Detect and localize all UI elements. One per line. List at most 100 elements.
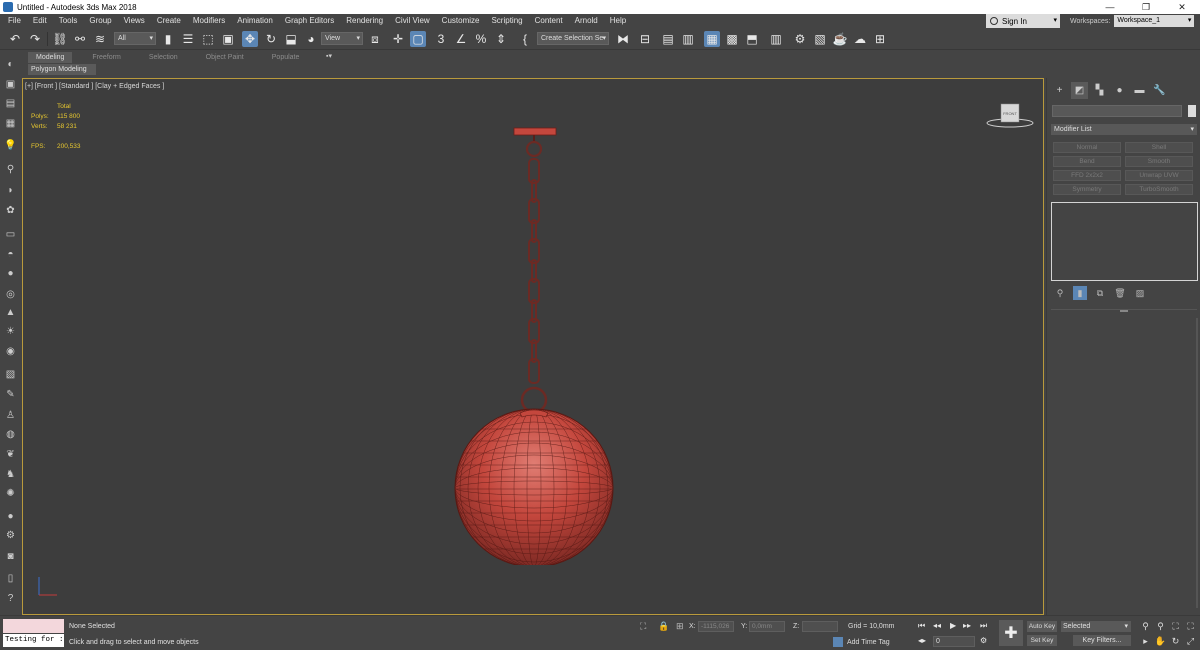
maxscript-input-field[interactable]: Testing for : (3, 634, 64, 647)
rectangular-selection-icon[interactable]: ⬚ (200, 31, 216, 47)
cone-icon[interactable]: ▲ (3, 305, 18, 320)
key-filters-button[interactable]: Key Filters... (1073, 635, 1131, 646)
absolute-mode-icon[interactable]: ⊞ (676, 621, 684, 632)
light-icon[interactable]: 💡 (3, 138, 18, 153)
polygon-modeling-panel[interactable]: Polygon Modeling (28, 64, 96, 75)
orbit-icon[interactable]: ↻ (1168, 635, 1183, 647)
zoom-all-icon[interactable]: ⚲ (1153, 620, 1168, 632)
hierarchy-tab-icon[interactable]: ▚ (1091, 82, 1108, 99)
key-selection-select[interactable]: Selected (1061, 621, 1131, 632)
configure-modifier-sets-icon[interactable]: ▨ (1133, 286, 1147, 300)
character-icon[interactable]: ♙ (3, 408, 18, 423)
select-by-name-icon[interactable]: ☰ (180, 31, 196, 47)
modifier-button-shell[interactable]: Shell (1125, 142, 1193, 153)
layer-icon[interactable]: ▤ (3, 96, 18, 111)
render-settings-icon[interactable]: ⚙ (3, 528, 18, 543)
menu-create[interactable]: Create (151, 14, 187, 28)
key-mode-icon[interactable]: ◂▸ (918, 636, 926, 645)
front-viewport[interactable]: [+] [Front ] [Standard ] [Clay + Edged F… (22, 78, 1044, 615)
select-manipulate-icon[interactable]: ✛ (390, 31, 406, 47)
grid-icon[interactable]: ▧ (3, 367, 18, 382)
keyboard-shortcut-override-icon[interactable]: ▢ (410, 31, 426, 47)
select-object-icon[interactable]: ▮ (160, 31, 176, 47)
scene-geometry[interactable] (23, 79, 1044, 615)
motion-tab-icon[interactable]: ● (1111, 82, 1128, 99)
rendered-frame-window-icon[interactable]: ▧ (812, 31, 828, 47)
modifier-stack-list[interactable] (1051, 202, 1198, 281)
panel-resize-grip[interactable] (1120, 310, 1128, 312)
object-color-swatch[interactable] (1188, 105, 1196, 117)
link-icon[interactable]: ⛓ (52, 31, 68, 47)
y-coord-field[interactable]: 0,0mm (749, 621, 785, 632)
remove-modifier-icon[interactable]: 🗑 (1113, 286, 1127, 300)
dome-icon[interactable]: ◓ (3, 247, 18, 262)
tab-object-paint[interactable]: Object Paint (198, 52, 252, 63)
create-tab-icon[interactable]: + (1051, 82, 1068, 99)
show-end-result-icon[interactable]: ▮ (1073, 286, 1087, 300)
display-tab-icon[interactable]: ▬ (1131, 82, 1148, 99)
object-name-field[interactable] (1052, 105, 1182, 117)
modifier-button-ffd[interactable]: FFD 2x2x2 (1053, 170, 1121, 181)
material-ball-icon[interactable]: ◉ (3, 344, 18, 359)
menu-help[interactable]: Help (604, 14, 632, 28)
modifier-button-symmetry[interactable]: Symmetry (1053, 184, 1121, 195)
close-button[interactable]: ✕ (1164, 0, 1200, 14)
menu-customize[interactable]: Customize (436, 14, 486, 28)
maximize-button[interactable]: ❐ (1128, 0, 1164, 14)
maximize-viewport-icon[interactable]: ⤢ (1183, 635, 1198, 647)
undo-icon[interactable]: ↶ (7, 31, 23, 47)
z-coord-field[interactable] (802, 621, 838, 632)
menu-rendering[interactable]: Rendering (340, 14, 389, 28)
menu-tools[interactable]: Tools (53, 14, 84, 28)
document-icon[interactable]: ▯ (3, 571, 18, 586)
shape-icon[interactable]: ✿ (3, 203, 18, 218)
sign-in-button[interactable]: Sign In ▾ (986, 14, 1060, 28)
schematic-view-icon[interactable]: ⬒ (744, 31, 760, 47)
modifier-button-smooth[interactable]: Smooth (1125, 156, 1193, 167)
ribbon-options-button[interactable]: ▪▾ (326, 52, 332, 60)
mirror-icon[interactable]: ⧓ (615, 31, 631, 47)
layer-explorer-icon[interactable]: ▥ (680, 31, 696, 47)
sun-light-icon[interactable]: ☀ (3, 324, 18, 339)
sphere-icon[interactable]: ● (3, 266, 18, 281)
bind-spacewarp-icon[interactable]: ≋ (92, 31, 108, 47)
select-and-move-icon[interactable]: ✥ (242, 31, 258, 47)
menu-edit[interactable]: Edit (27, 14, 53, 28)
minimize-button[interactable]: — (1092, 0, 1128, 14)
globe-icon[interactable]: ◍ (3, 427, 18, 442)
leaf-icon[interactable]: ❦ (3, 447, 18, 462)
menu-modifiers[interactable]: Modifiers (187, 14, 231, 28)
menu-scripting[interactable]: Scripting (485, 14, 528, 28)
workspace-select[interactable]: Workspace_1 (1114, 15, 1195, 27)
ribbon-toggle-icon[interactable]: ▦ (704, 31, 720, 47)
menu-content[interactable]: Content (529, 14, 569, 28)
snaps-toggle-icon[interactable]: 3 (433, 31, 449, 47)
edit-named-selections-icon[interactable]: { (517, 31, 533, 47)
render-setup-icon[interactable]: ⚙ (792, 31, 808, 47)
go-to-end-icon[interactable]: ⏭ (980, 621, 987, 631)
menu-group[interactable]: Group (83, 14, 117, 28)
selection-lock-icon[interactable]: 🔒 (658, 621, 669, 632)
angle-snap-icon[interactable]: ∠ (453, 31, 469, 47)
menu-graph-editors[interactable]: Graph Editors (279, 14, 340, 28)
modify-tab-icon[interactable]: ◩ (1071, 82, 1088, 99)
time-configuration-icon[interactable]: ⚙ (980, 636, 987, 645)
play-icon[interactable]: ▶ (950, 621, 956, 630)
spinner-snap-icon[interactable]: ⇕ (493, 31, 509, 47)
selection-filter-select[interactable]: All (114, 32, 156, 45)
align-icon[interactable]: ⊟ (637, 31, 653, 47)
render-sphere-icon[interactable]: ● (3, 509, 18, 524)
menu-file[interactable]: File (0, 14, 27, 28)
list-icon[interactable]: ▦ (3, 116, 18, 131)
field-of-view-icon[interactable]: ▸ (1138, 635, 1153, 647)
go-to-start-icon[interactable]: ⏮ (918, 621, 925, 631)
zoom-extents-icon[interactable]: ⛶ (1168, 620, 1183, 632)
material-editor-icon[interactable]: ▥ (768, 31, 784, 47)
menu-animation[interactable]: Animation (231, 14, 279, 28)
auto-key-button[interactable]: Auto Key (1027, 621, 1057, 632)
select-and-rotate-icon[interactable]: ↻ (263, 31, 279, 47)
tab-freeform[interactable]: Freeform (84, 52, 128, 63)
help-icon[interactable]: ? (3, 591, 18, 606)
torus-icon[interactable]: ◎ (3, 287, 18, 302)
named-selection-select[interactable]: Create Selection Se (537, 32, 609, 45)
